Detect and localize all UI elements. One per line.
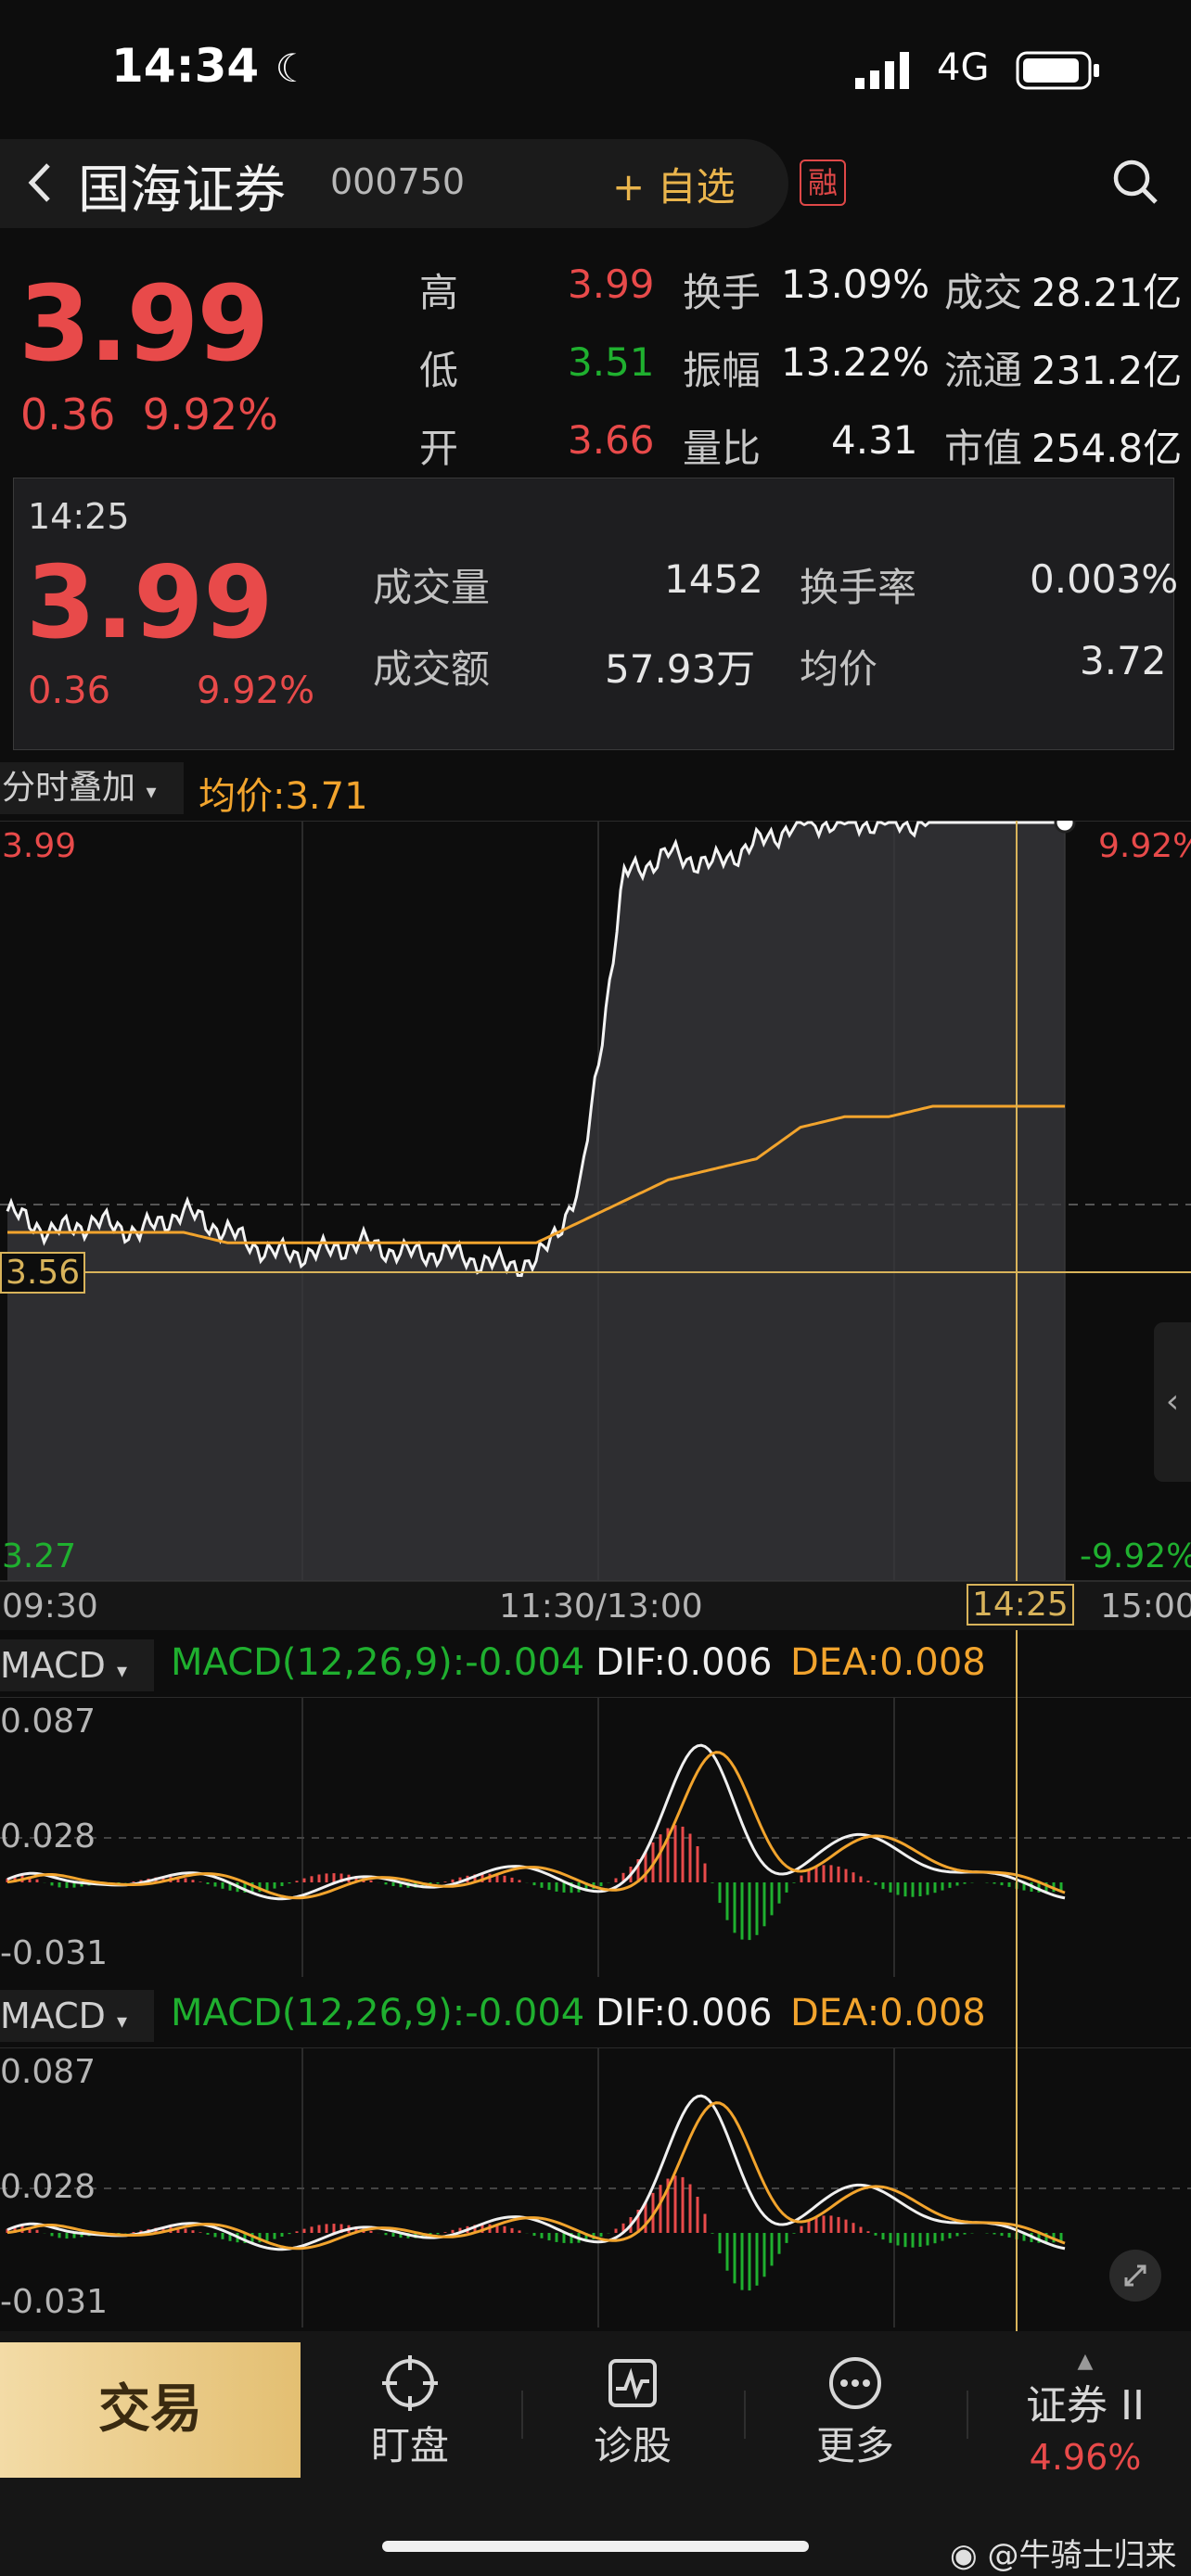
high-value: 3.99 [568,261,655,307]
nav-divider [967,2391,968,2439]
amplitude-value: 13.22% [781,339,930,385]
turnover-value: 13.09% [781,261,930,307]
crosshair-avg-label: 均价 [800,646,878,692]
low-value: 3.51 [568,339,655,385]
amplitude-label: 振幅 [683,348,762,393]
float-mv-value: 231.2亿 [1031,348,1183,393]
float-mv-label: 流通 [944,348,1023,393]
macd-dif-line [6,1743,1066,1901]
nav-divider [521,2391,523,2439]
crosshair-turnover-value: 0.003% [1030,556,1179,602]
pct-axis-top: 9.92% [1098,827,1191,865]
amount-value: 28.21亿 [1031,270,1183,315]
low-label: 低 [419,348,459,393]
macd-dif-line [6,2094,1066,2251]
add-watchlist-button[interactable]: + 自选 [612,156,736,212]
open-value: 3.66 [568,417,655,463]
macd1-y2: 0.028 [0,1817,96,1855]
battery-icon [1016,51,1101,94]
crosshair-time: 14:25 [28,496,130,537]
intraday-price-chart[interactable] [0,821,1191,1590]
stock-code: 000750 [330,161,466,202]
pct-axis-bottom: -9.92% [1080,1537,1191,1575]
amount-label: 成交 [944,270,1023,315]
time-crosshair-tag: 14:25 [967,1584,1074,1626]
crosshair-price: 3.99 [26,545,274,661]
market-value-label: 市值 [944,426,1023,471]
macd-selector-2[interactable]: MACD ▾ [0,1990,154,2042]
crosshair-amount-label: 成交额 [373,646,491,692]
caret-up-icon: ▲ [1077,2350,1094,2373]
signal-icon [855,52,918,93]
more-button[interactable]: 更多 [803,2355,907,2471]
more-dots-icon [803,2355,907,2415]
current-price: 3.99 [19,264,269,385]
weibo-icon: ◉ [950,2537,978,2574]
moon-icon: ☾ [275,45,311,91]
macd-selector-1[interactable]: MACD ▾ [0,1639,154,1691]
crosshair-turnover-label: 换手率 [800,565,917,610]
high-label: 高 [419,270,459,315]
crosshair-volume-value: 1452 [664,556,763,602]
watermark: ◉ @牛骑士归来 [950,2537,1177,2574]
stock-name: 国海证券 [78,160,286,221]
search-icon[interactable] [1109,156,1161,211]
price-change: 0.36 9.92% [20,389,278,440]
crosshair-dot [1054,821,1076,834]
crosshair-avg-value: 3.72 [1080,638,1167,683]
macd-params-1: MACD(12,26,9):-0.004 [171,1641,585,1684]
network-label: 4G [937,46,990,89]
macd2-y3: -0.031 [0,2283,109,2321]
crosshair-target-icon [358,2355,462,2415]
macd-dea-1: DEA:0.008 [790,1641,986,1684]
macd1-y1: 0.087 [0,1702,96,1741]
fullscreen-icon[interactable] [1109,2250,1161,2302]
crosshair-vertical-line [1016,1630,1018,2331]
macd2-y2: 0.028 [0,2168,96,2206]
market-value-value: 254.8亿 [1031,426,1183,471]
status-time: 14:34 ☾ [111,39,311,93]
overlay-dropdown[interactable]: 分时叠加 ▾ [0,762,184,814]
volume-ratio-label: 量比 [683,426,762,471]
time-start: 09:30 [2,1588,98,1626]
collapse-panel-tab[interactable]: ‹ [1154,1322,1191,1482]
sector-button[interactable]: ▲ 证券 II 4.96% [1011,2350,1159,2479]
macd-dea-2: DEA:0.008 [790,1992,986,2034]
average-price-label: 均价:3.71 [198,775,368,818]
volume-ratio-value: 4.31 [831,417,918,463]
time-end: 15:00 [1100,1588,1191,1626]
crosshair-change: 0.36 [28,670,111,712]
margin-badge[interactable]: 融 [800,159,846,206]
watch-button[interactable]: 盯盘 [358,2355,462,2471]
time-mid: 11:30/13:00 [499,1588,703,1626]
macd2-y1: 0.087 [0,2053,96,2091]
pulse-chart-icon [581,2355,685,2415]
macd-params-2: MACD(12,26,9):-0.004 [171,1992,585,2034]
macd1-y3: -0.031 [0,1934,109,1972]
macd-dif-1: DIF:0.006 [596,1641,773,1684]
back-icon[interactable] [22,158,59,211]
crosshair-change-pct: 9.92% [197,670,315,712]
diagnose-button[interactable]: 诊股 [581,2355,685,2471]
turnover-label: 换手 [683,270,762,315]
nav-divider [744,2391,746,2439]
home-indicator[interactable] [382,2541,809,2552]
macd-chart-2[interactable] [0,2047,1191,2327]
crosshair-amount-value: 57.93万 [605,646,756,692]
open-label: 开 [419,426,459,471]
crosshair-volume-label: 成交量 [373,565,491,610]
macd-chart-1[interactable] [0,1697,1191,1977]
macd-dif-2: DIF:0.006 [596,1992,773,2034]
trade-button[interactable]: 交易 [0,2342,301,2478]
y-axis-top: 3.99 [2,827,77,865]
crosshair-price-tag: 3.56 [0,1252,86,1294]
y-axis-bottom: 3.27 [2,1537,77,1575]
